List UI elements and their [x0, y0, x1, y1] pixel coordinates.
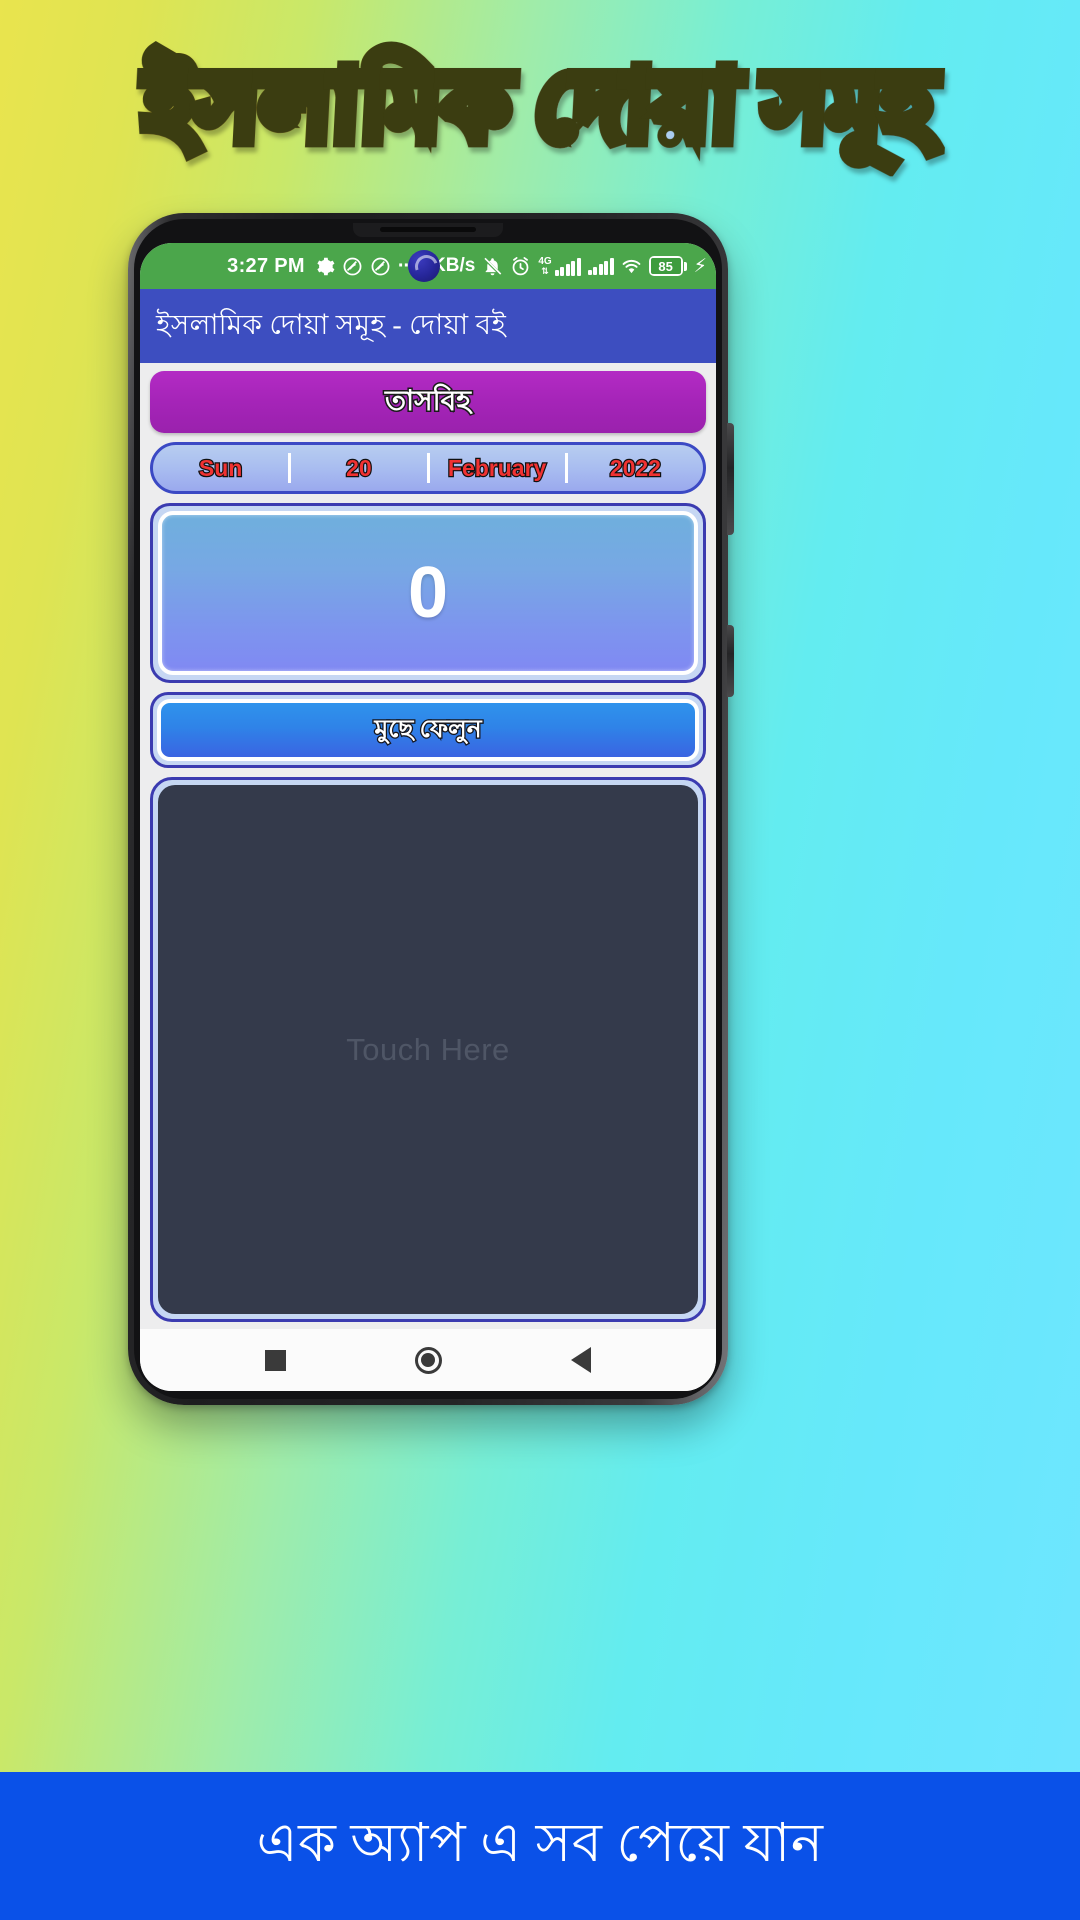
clear-button-container: মুছে ফেলুন	[150, 692, 706, 768]
promo-headline: ইসলামিক দোয়া সমূহ	[0, 22, 1080, 192]
counter-box: 0	[158, 511, 698, 675]
app-bar: ইসলামিক দোয়া সমূহ - দোয়া বই	[140, 289, 716, 363]
clear-button-label: মুছে ফেলুন	[373, 714, 483, 744]
wifi-icon	[622, 259, 640, 273]
charging-bolt-icon: ⚡	[693, 255, 707, 277]
clear-button[interactable]: মুছে ফেলুন	[157, 699, 699, 761]
status-bar-clock: 3:27 PM	[227, 254, 305, 277]
home-icon[interactable]	[414, 1346, 442, 1374]
do-not-disturb-icon	[343, 257, 362, 275]
android-nav-bar	[140, 1329, 716, 1391]
app-title: ইসলামিক দোয়া সমূহ - দোয়া বই	[156, 309, 507, 341]
recent-apps-icon[interactable]	[264, 1349, 286, 1371]
back-icon[interactable]	[571, 1347, 592, 1373]
footer-banner-text: এক অ্যাপ এ সব পেয়ে যান	[256, 1813, 824, 1873]
date-row: Sun 20 February 2022	[150, 442, 706, 494]
footer-banner: এক অ্যাপ এ সব পেয়ে যান	[0, 1772, 1080, 1920]
status-bar: 3:27 PM ·· 1 KB/s 4G ⇅ 85 ⚡	[140, 243, 716, 289]
battery-icon: 85	[648, 256, 687, 276]
power-button[interactable]	[727, 423, 734, 535]
do-not-disturb-icon	[371, 257, 390, 275]
alarm-icon	[512, 256, 529, 275]
touch-area-container: Touch Here	[150, 777, 706, 1322]
phone-screen: 3:27 PM ·· 1 KB/s 4G ⇅ 85 ⚡ ইসলামিক দোয়…	[140, 243, 716, 1391]
promo-headline-text: ইসলামিক দোয়া সমূহ	[136, 46, 945, 167]
navigation-gesture-dot-icon	[408, 250, 440, 282]
date-year: 2022	[609, 453, 663, 481]
tasbih-button[interactable]: তাসবিহ	[150, 371, 706, 433]
earpiece-speaker	[380, 227, 476, 232]
network-type-label: 4G	[538, 255, 552, 267]
gear-icon	[317, 257, 335, 275]
phone-mockup: 3:27 PM ·· 1 KB/s 4G ⇅ 85 ⚡ ইসলামিক দোয়…	[128, 213, 734, 1405]
bell-off-icon	[483, 257, 502, 275]
phone-bezel: 3:27 PM ·· 1 KB/s 4G ⇅ 85 ⚡ ইসলামিক দোয়…	[134, 219, 722, 1399]
battery-percent-label: 85	[650, 258, 681, 274]
date-day: 20	[345, 453, 373, 481]
tasbih-button-label: তাসবিহ	[384, 384, 473, 418]
app-content: তাসবিহ Sun 20 February 2022 0 মুছে ফেলুন…	[140, 363, 716, 1329]
data-arrows-icon: ⇅	[541, 265, 549, 276]
touch-area-label: Touch Here	[346, 1031, 510, 1067]
signal-bars-icon	[554, 257, 581, 276]
signal-4g-icon: 4G ⇅	[538, 255, 581, 276]
counter-display: 0	[150, 503, 706, 683]
volume-button[interactable]	[727, 625, 734, 697]
date-month: February	[447, 453, 548, 481]
signal-icon	[587, 257, 614, 275]
date-weekday: Sun	[198, 453, 244, 481]
counter-value: 0	[407, 553, 449, 633]
touch-area[interactable]: Touch Here	[158, 785, 698, 1314]
